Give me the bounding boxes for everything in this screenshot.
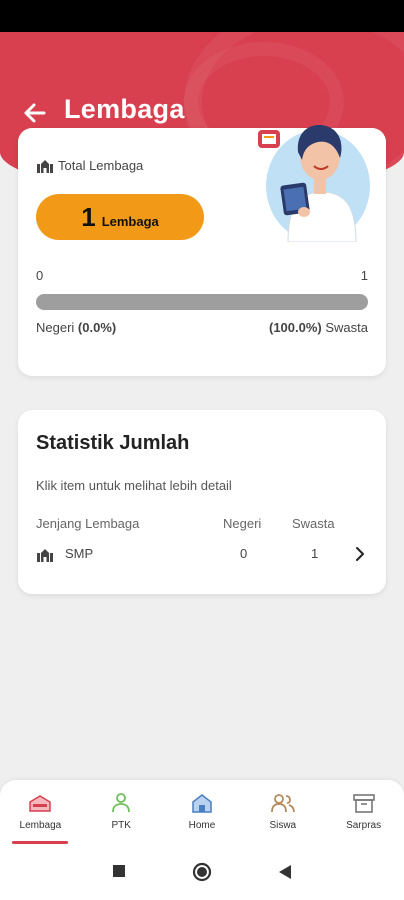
chevron-right-icon[interactable] — [354, 546, 366, 562]
summary-card: Total Lembaga 1 Lembaga 0 1 Negeri (0.0%… — [18, 125, 386, 376]
active-indicator — [12, 841, 69, 844]
range-min: 0 — [36, 268, 44, 283]
nav-item-ptk[interactable]: PTK — [81, 780, 162, 848]
negeri-percent: (0.0%) — [77, 320, 117, 335]
column-header-negeri: Negeri — [223, 516, 262, 531]
page-title: Lembaga — [64, 94, 185, 124]
school-icon — [29, 795, 52, 812]
nav-item-home[interactable]: Home — [162, 780, 243, 848]
swasta-legend: (100.0%) Swasta — [269, 320, 368, 335]
swasta-percent: (100.0%) — [268, 320, 322, 335]
system-nav-bar — [0, 848, 404, 900]
stats-title: Statistik Jumlah — [36, 432, 190, 454]
archive-box-icon — [352, 794, 375, 813]
stats-subtitle: Klik item untuk melihat lebih detail — [36, 478, 232, 493]
nav-item-sarpras[interactable]: Sarpras — [323, 780, 404, 848]
total-label-row: Total Lembaga — [36, 158, 143, 173]
range-max: 1 — [360, 268, 368, 283]
row-negeri: 0 — [240, 546, 248, 561]
nav-item-siswa[interactable]: Siswa — [242, 780, 323, 848]
arrow-left-icon — [24, 103, 46, 123]
ratio-bar — [36, 294, 368, 310]
stats-card: Statistik Jumlah Klik item untuk melihat… — [18, 410, 386, 594]
status-bar — [0, 0, 404, 32]
negeri-label: Negeri — [36, 320, 75, 335]
row-jenjang: SMP — [65, 546, 94, 561]
school-icon — [37, 159, 53, 173]
row-swasta: 1 — [311, 546, 319, 561]
bottom-nav: Lembaga PTK Home Siswa Sarpras — [0, 780, 404, 848]
recent-apps-button[interactable] — [112, 864, 126, 878]
total-unit: Lembaga — [101, 214, 159, 229]
nav-label: Lembaga — [19, 820, 62, 831]
nav-item-lembaga[interactable]: Lembaga — [0, 780, 81, 848]
negeri-legend: Negeri (0.0%) — [36, 320, 116, 335]
school-icon — [37, 549, 53, 562]
back-system-button[interactable] — [278, 864, 292, 880]
nav-label: Home — [188, 820, 216, 831]
total-pill: 1 Lembaga — [36, 194, 204, 240]
nav-label: Sarpras — [346, 820, 382, 831]
total-label: Total Lembaga — [58, 158, 144, 173]
teacher-icon — [112, 793, 131, 813]
nav-label: Siswa — [269, 820, 297, 831]
back-button[interactable] — [20, 98, 50, 128]
teacher-illustration — [258, 125, 370, 242]
home-button[interactable] — [192, 862, 212, 882]
students-icon — [270, 794, 295, 813]
table-row[interactable]: SMP 0 1 — [18, 540, 386, 570]
column-header-jenjang: Jenjang Lembaga — [36, 516, 140, 531]
home-icon — [192, 794, 212, 813]
nav-label: PTK — [111, 820, 131, 831]
column-header-swasta: Swasta — [292, 516, 335, 531]
total-number: 1 — [81, 202, 96, 232]
swasta-label: Swasta — [325, 320, 368, 335]
